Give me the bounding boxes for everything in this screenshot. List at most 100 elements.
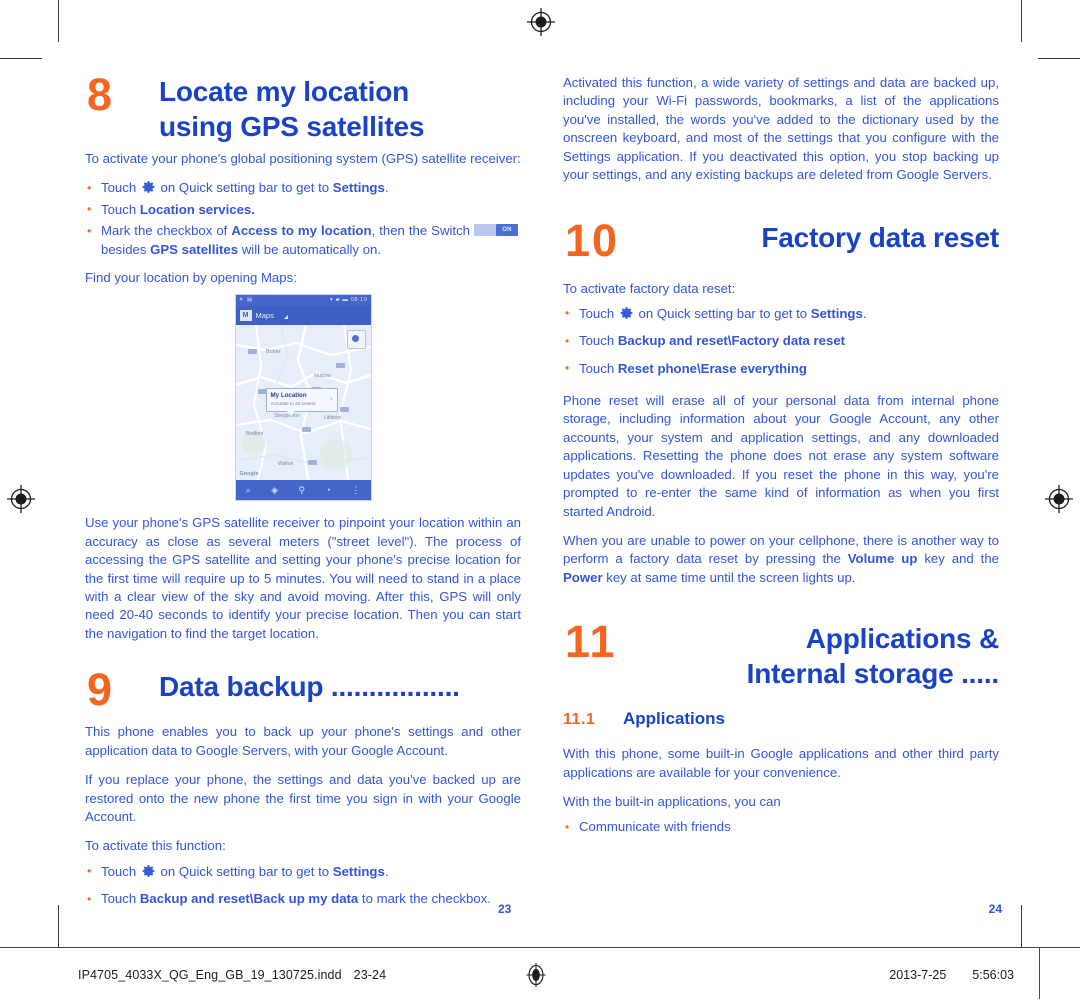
- bullet-text-pre: Communicate with friends: [579, 819, 731, 835]
- bullet-bold-gps-satellites: GPS satellites: [150, 241, 239, 257]
- chapter-title: Applications & Internal storage .....: [677, 621, 1000, 691]
- chapter-heading-10: 10 Factory data reset: [563, 218, 999, 263]
- chapter-number: 9: [87, 664, 112, 716]
- bullet-bold-location-services: Location services.: [139, 201, 255, 217]
- svg-text:Bober: Bober: [266, 349, 281, 355]
- backup-paragraph-2: If you replace your phone, the settings …: [85, 772, 521, 824]
- maps-app-bar: M Maps: [235, 306, 371, 326]
- find-location-text: Find your location by opening Maps:: [85, 270, 297, 286]
- maps-logo-icon: M: [239, 310, 252, 322]
- footer-date: 2013-7-25: [889, 968, 947, 982]
- list-item: Touch on Quick setting bar to get to Set…: [563, 304, 999, 323]
- bullet-text-post: to mark the checkbox.: [358, 891, 491, 907]
- svg-text:Bedfont: Bedfont: [246, 431, 264, 437]
- bullet-bold-settings: Settings: [810, 305, 863, 321]
- list-item: Touch Backup and reset\Back up my data t…: [85, 890, 521, 909]
- gps-intro-text: To activate your phone's global position…: [85, 151, 521, 166]
- bullet-text-post3: will be automatically on.: [238, 241, 382, 257]
- bullet-text-pre: Touch: [579, 305, 618, 321]
- my-location-button[interactable]: [346, 330, 366, 350]
- backup-paragraph-1: This phone enables you to back up your p…: [85, 724, 521, 758]
- crop-mark-top-right-h: [1038, 58, 1080, 59]
- bullet-text-pre: Touch: [101, 863, 140, 879]
- chapter-heading-9: 9 Data backup .................: [85, 664, 521, 716]
- list-item: Touch Reset phone\Erase everything: [563, 359, 999, 378]
- registration-mark-top-center: [526, 7, 556, 37]
- chapter-title-line-1: Locate my location: [159, 76, 410, 107]
- overflow-menu-icon[interactable]: ⋮: [351, 480, 360, 500]
- layers-icon[interactable]: ◔: [325, 480, 330, 500]
- switch-knob-label: ON: [496, 224, 519, 237]
- directions-icon[interactable]: ◈: [271, 480, 278, 500]
- status-bar-right-icons: ▾ ▰ ▬ 08:10: [330, 297, 368, 304]
- search-icon[interactable]: ⌕: [246, 480, 251, 500]
- chapter-heading-8: 8 Locate my location using GPS satellite…: [85, 69, 521, 144]
- chevron-down-icon: [283, 315, 288, 320]
- registration-mark-footer: [523, 962, 549, 993]
- bullet-bold-erase-everything-path: Reset phone\Erase everything: [617, 360, 807, 376]
- svg-text:Littleton: Littleton: [324, 415, 342, 421]
- footer-timestamp-group: 2013-7-25 5:56:03: [889, 968, 1014, 982]
- list-item: Mark the checkbox of Access to my locati…: [85, 222, 521, 259]
- printed-page: 8 Locate my location using GPS satellite…: [0, 0, 1080, 999]
- bullet-text-pre: Touch: [101, 201, 140, 217]
- list-item: Touch on Quick setting bar to get to Set…: [85, 862, 521, 881]
- bullet-text-mid: on Quick setting bar to get to: [156, 180, 333, 196]
- chapter-heading-11: 11 Applications & Internal storage .....: [563, 616, 1000, 691]
- subsection-title: Applications: [623, 709, 726, 729]
- bullet-text-post: , then the Switch: [371, 223, 475, 239]
- power-text-mid: key and the: [917, 551, 999, 567]
- svg-text:Walton: Walton: [278, 461, 294, 467]
- activate-function-label: To activate this function:: [85, 838, 226, 854]
- factory-reset-intro: To activate factory data reset:: [563, 281, 736, 297]
- svg-text:Nutlow: Nutlow: [314, 373, 331, 379]
- power-on-paragraph: When you are unable to power on your cel…: [563, 532, 999, 587]
- list-item: Touch Location services.: [85, 200, 521, 219]
- chevron-right-icon[interactable]: ›: [330, 396, 332, 403]
- bullet-bold-access-location: Access to my location: [231, 223, 372, 239]
- bold-power: Power: [563, 569, 603, 585]
- switch-on-graphic: ON: [474, 224, 519, 237]
- status-bar-left-icons: ☀ ▤: [238, 297, 254, 304]
- bullet-bold-backup-path: Backup and reset\Back up my data: [139, 891, 359, 907]
- crop-mark-top-right-v: [1021, 0, 1022, 42]
- phone-reset-paragraph: Phone reset will erase all of your perso…: [563, 393, 999, 519]
- location-info-bubble[interactable]: My Location Accurate to 20 meters ›: [265, 388, 338, 417]
- bullet-text-post: .: [384, 180, 389, 196]
- places-icon[interactable]: ⚲: [298, 480, 305, 500]
- page-number-right: 24: [988, 902, 1002, 916]
- crop-mark-bottom-left-v: [58, 905, 59, 947]
- bullet-bold-settings: Settings: [332, 863, 385, 879]
- chapter-number: 11: [565, 616, 617, 668]
- bullet-text-mid: on Quick setting bar to get to: [156, 863, 333, 879]
- registration-mark-right-middle: [1044, 484, 1074, 514]
- power-text-post: key at same time until the screen lights…: [602, 569, 856, 585]
- crop-mark-top-left-h: [0, 58, 42, 59]
- crop-mark-top-left-v: [58, 0, 59, 42]
- gear-icon: [619, 306, 634, 321]
- chapter-number: 8: [87, 69, 112, 120]
- chapter-title: Factory data reset: [761, 222, 999, 254]
- bold-volume-up: Volume up: [847, 551, 918, 567]
- bullet-text-pre: Touch: [579, 360, 618, 376]
- footer-filename-group: IP4705_4033X_QG_Eng_GB_19_130725.indd 23-…: [78, 968, 386, 982]
- chapter-title: Locate my location using GPS satellites: [159, 74, 521, 144]
- bullet-bold-settings: Settings: [332, 180, 385, 196]
- subsection-heading-11-1: 11.1 Applications: [563, 709, 999, 729]
- map-canvas: Bober Nutlow Shepperton Littleton Bedfon…: [235, 325, 371, 481]
- gear-icon: [141, 180, 156, 195]
- registration-mark-left-middle: [6, 484, 36, 514]
- bullet-text-pre: Touch: [101, 891, 140, 907]
- bubble-tail: [286, 411, 295, 417]
- gear-icon: [141, 864, 156, 879]
- gps-steps-list: Touch on Quick setting bar to get to Set…: [85, 179, 521, 259]
- bullet-bold-factory-reset-path: Backup and reset\Factory data reset: [617, 333, 846, 349]
- crop-mark-bottom-right-v: [1021, 905, 1022, 947]
- bullet-text-post: .: [862, 305, 867, 321]
- factory-reset-steps-list: Touch on Quick setting bar to get to Set…: [563, 304, 999, 378]
- footer-page-range: 23-24: [353, 968, 387, 982]
- footer-vertical-rule: [1039, 947, 1040, 999]
- backup-steps-list: Touch on Quick setting bar to get to Set…: [85, 862, 521, 909]
- chapter-title-line-1: Applications &: [805, 623, 999, 655]
- bubble-accuracy-text: Accurate to 20 meters: [270, 401, 316, 407]
